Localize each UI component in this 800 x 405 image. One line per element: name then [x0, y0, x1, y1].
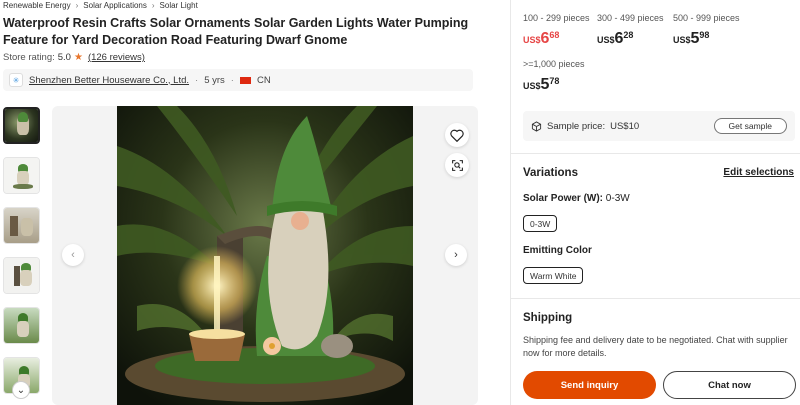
thumbnail[interactable]	[3, 157, 40, 194]
attribute-name: Emitting Color	[523, 245, 592, 256]
store-rating: Store rating: 5.0 ★ (126 reviews)	[3, 52, 145, 63]
tier-currency: US$	[673, 35, 691, 45]
tier-price: US$628	[597, 30, 664, 48]
purchase-panel: 100 - 299 pieces US$668 300 - 499 pieces…	[510, 0, 800, 405]
cube-icon	[531, 120, 542, 132]
chevron-right-icon[interactable]: ›	[445, 244, 467, 266]
rating-value: 5.0	[57, 52, 71, 63]
thumbnail[interactable]	[3, 107, 40, 144]
breadcrumb-item[interactable]: Solar Applications	[83, 1, 147, 10]
tier-range: 300 - 499 pieces	[597, 13, 664, 23]
thumbnail-list	[3, 107, 41, 405]
send-inquiry-button[interactable]: Send inquiry	[523, 371, 656, 399]
rating-label: Store rating:	[3, 52, 55, 63]
tier-decimal: 68	[549, 30, 560, 40]
tier-decimal: 28	[623, 30, 634, 40]
chevron-down-icon[interactable]: ⌄	[12, 381, 30, 399]
tier-decimal: 78	[549, 76, 560, 86]
heart-icon[interactable]	[445, 123, 469, 147]
china-flag-icon	[239, 76, 251, 84]
separator-dot: ·	[230, 74, 234, 86]
get-sample-button[interactable]: Get sample	[713, 118, 787, 134]
separator-dot: ·	[195, 74, 199, 86]
tier-price: US$598	[673, 30, 740, 48]
reviews-link[interactable]: (126 reviews)	[88, 52, 145, 63]
tier-currency: US$	[523, 81, 541, 91]
divider	[511, 298, 800, 299]
attribute-label: Solar Power (W): 0-3W	[523, 193, 630, 204]
shipping-title: Shipping	[523, 312, 573, 324]
image-search-icon[interactable]	[445, 153, 469, 177]
option-chip[interactable]: 0-3W	[523, 215, 558, 232]
supplier-bar: ✳ Shenzhen Better Houseware Co., Ltd. · …	[3, 69, 473, 91]
chevron-right-icon: ›	[75, 1, 79, 10]
chat-now-button[interactable]: Chat now	[663, 371, 796, 399]
chevron-left-icon[interactable]: ‹	[62, 244, 84, 266]
supplier-logo-icon: ✳	[9, 73, 23, 87]
price-tier: 300 - 499 pieces US$628	[597, 13, 664, 48]
tier-decimal: 98	[699, 30, 710, 40]
attribute-value: 0-3W	[605, 193, 630, 204]
tier-range: >=1,000 pieces	[523, 59, 585, 69]
supplier-years: 5 yrs	[204, 74, 225, 86]
breadcrumb-item[interactable]: Renewable Energy	[3, 1, 71, 10]
sample-value: US$10	[610, 120, 640, 132]
sample-label: Sample price:	[547, 120, 606, 132]
price-tier: 100 - 299 pieces US$668	[523, 13, 590, 48]
tier-currency: US$	[597, 35, 615, 45]
chevron-right-icon: ›	[151, 1, 155, 10]
thumbnail[interactable]	[3, 207, 40, 244]
product-main-image[interactable]	[117, 106, 413, 405]
tier-range: 500 - 999 pieces	[673, 13, 740, 23]
edit-selections-link[interactable]: Edit selections	[723, 167, 794, 178]
sample-price-bar: Sample price: US$10 Get sample	[523, 111, 795, 141]
star-icon: ★	[73, 52, 83, 63]
product-image-viewer: ‹ ›	[52, 106, 478, 405]
tier-price: US$578	[523, 76, 585, 94]
price-tier: 500 - 999 pieces US$598	[673, 13, 740, 48]
divider	[511, 153, 800, 154]
variations-title: Variations	[523, 167, 578, 179]
thumbnail[interactable]	[3, 307, 40, 344]
breadcrumb-item[interactable]: Solar Light	[160, 1, 198, 10]
breadcrumb: Renewable Energy › Solar Applications › …	[3, 1, 198, 10]
tier-price: US$668	[523, 30, 590, 48]
attribute-name: Solar Power (W):	[523, 193, 604, 204]
option-chip[interactable]: Warm White	[523, 267, 584, 284]
tier-range: 100 - 299 pieces	[523, 13, 590, 23]
thumbnail[interactable]	[3, 257, 40, 294]
supplier-name-link[interactable]: Shenzhen Better Houseware Co., Ltd.	[29, 75, 189, 86]
action-bar: Send inquiry Chat now	[511, 362, 800, 405]
tier-currency: US$	[523, 35, 541, 45]
price-tier: >=1,000 pieces US$578	[523, 59, 585, 94]
supplier-country: CN	[256, 74, 271, 86]
shipping-text: Shipping fee and delivery date to be neg…	[523, 335, 788, 358]
attribute-label: Emitting Color	[523, 245, 592, 256]
product-title: Waterproof Resin Crafts Solar Ornaments …	[3, 16, 469, 47]
